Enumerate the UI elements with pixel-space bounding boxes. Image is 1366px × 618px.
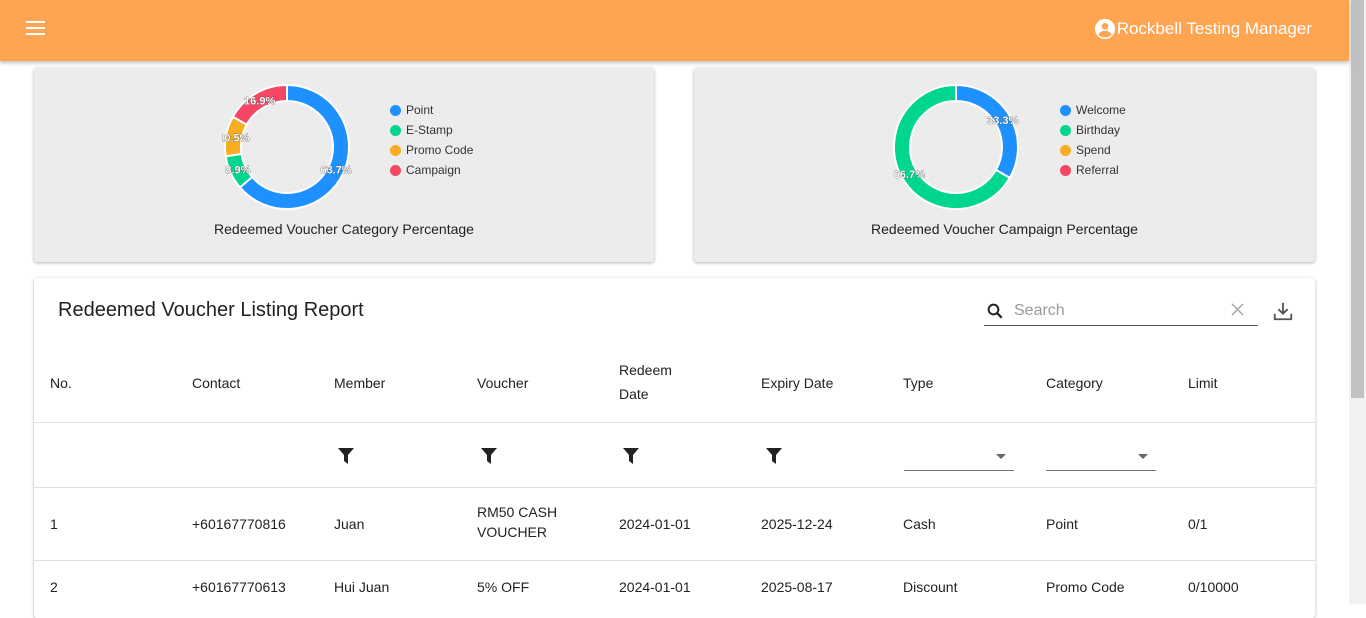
cell-no: 1 bbox=[50, 516, 58, 532]
report-card: Redeemed Voucher Listing Report No. Cont… bbox=[34, 278, 1315, 618]
slice-label: 33.3% bbox=[987, 115, 1018, 127]
cell-category: Promo Code bbox=[1046, 579, 1125, 595]
legend-label: Referral bbox=[1076, 163, 1119, 177]
menu-icon[interactable] bbox=[24, 19, 48, 39]
legend-dot bbox=[1060, 164, 1071, 176]
cell-member: Juan bbox=[334, 516, 365, 532]
slice-label: 10.5% bbox=[222, 132, 250, 144]
legend-item-referral[interactable]: Referral bbox=[1060, 160, 1126, 180]
category-donut-chart: 63.7% 8.9% 10.5% 16.9% bbox=[222, 83, 352, 210]
cell-type: Discount bbox=[903, 579, 958, 595]
user-name: Rockbell Testing Manager bbox=[1116, 19, 1312, 38]
legend-item-promo-code[interactable]: Promo Code bbox=[390, 140, 473, 160]
column-header-type[interactable]: Type bbox=[903, 371, 933, 395]
legend-dot bbox=[390, 104, 401, 116]
cell-limit: 0/10000 bbox=[1188, 579, 1239, 595]
legend-label: Point bbox=[406, 103, 434, 117]
header-divider bbox=[34, 422, 1315, 423]
column-header-voucher[interactable]: Voucher bbox=[477, 371, 528, 395]
category-legend: Point E-Stamp Promo Code Campaign bbox=[390, 100, 473, 180]
cell-member: Hui Juan bbox=[334, 579, 390, 595]
slice-label: 16.9% bbox=[244, 95, 275, 107]
column-header-expiry-date[interactable]: Expiry Date bbox=[761, 371, 833, 395]
cell-expiry-date: 2025-12-24 bbox=[761, 516, 833, 532]
legend-label: E-Stamp bbox=[406, 123, 453, 137]
legend-label: Welcome bbox=[1076, 103, 1126, 117]
redeem-date-filter-icon[interactable] bbox=[622, 447, 640, 465]
category-filter-select[interactable] bbox=[1046, 444, 1156, 471]
slice-label: 63.7% bbox=[320, 165, 351, 177]
account-circle-icon bbox=[1094, 18, 1115, 40]
filter-divider bbox=[34, 487, 1315, 488]
legend-dot bbox=[1060, 104, 1071, 116]
legend-item-welcome[interactable]: Welcome bbox=[1060, 100, 1126, 120]
campaign-chart-card: 33.3% 66.7% Welcome Birthday Spend Referral … bbox=[694, 68, 1315, 262]
slice-welcome[interactable] bbox=[955, 83, 1019, 180]
search-icon bbox=[987, 303, 1003, 319]
legend-dot bbox=[390, 144, 401, 156]
chevron-down-icon bbox=[996, 454, 1006, 459]
category-chart-card: 63.7% 8.9% 10.5% 16.9% Point E-Stamp Promo Co… bbox=[34, 68, 654, 262]
legend-label: Birthday bbox=[1076, 123, 1121, 137]
user-menu[interactable]: Rockbell Testing Manager bbox=[1094, 18, 1312, 40]
search-box bbox=[984, 296, 1258, 326]
column-header-contact[interactable]: Contact bbox=[192, 371, 240, 395]
cell-voucher: RM50 CASH VOUCHER bbox=[477, 504, 558, 540]
legend-dot bbox=[390, 164, 401, 176]
cell-type: Cash bbox=[903, 516, 936, 532]
campaign-donut-chart: 33.3% 66.7% bbox=[893, 83, 1019, 210]
page-scrollbar[interactable] bbox=[1349, 0, 1366, 604]
legend-dot bbox=[1060, 124, 1071, 136]
expiry-date-filter-icon[interactable] bbox=[765, 447, 783, 465]
cell-redeem-date: 2024-01-01 bbox=[619, 516, 691, 532]
cell-limit: 0/1 bbox=[1188, 516, 1208, 532]
legend-label: Campaign bbox=[406, 163, 461, 177]
row-divider bbox=[34, 560, 1315, 561]
cell-voucher: 5% OFF bbox=[477, 579, 530, 595]
legend-dot bbox=[1060, 144, 1071, 156]
legend-item-point[interactable]: Point bbox=[390, 100, 473, 120]
cell-category: Point bbox=[1046, 516, 1078, 532]
slice-label: 66.7% bbox=[894, 169, 925, 181]
campaign-chart-title: Redeemed Voucher Campaign Percentage bbox=[871, 221, 1138, 237]
app-bar: Rockbell Testing Manager bbox=[0, 0, 1349, 61]
slice-label: 8.9% bbox=[225, 165, 250, 177]
column-header-redeem-date[interactable]: Redeem Date bbox=[619, 358, 689, 406]
legend-dot bbox=[390, 124, 401, 136]
legend-item-campaign[interactable]: Campaign bbox=[390, 160, 473, 180]
legend-item-spend[interactable]: Spend bbox=[1060, 140, 1126, 160]
search-input[interactable] bbox=[1012, 299, 1216, 323]
voucher-filter-icon[interactable] bbox=[480, 447, 498, 465]
chevron-down-icon bbox=[1138, 454, 1148, 459]
legend-label: Spend bbox=[1076, 143, 1111, 157]
cell-expiry-date: 2025-08-17 bbox=[761, 579, 833, 595]
campaign-legend: Welcome Birthday Spend Referral bbox=[1060, 100, 1126, 180]
scrollbar-thumb[interactable] bbox=[1351, 0, 1364, 398]
legend-item-e-stamp[interactable]: E-Stamp bbox=[390, 120, 473, 140]
report-title: Redeemed Voucher Listing Report bbox=[58, 299, 364, 321]
clear-icon[interactable] bbox=[1231, 303, 1244, 316]
cell-redeem-date: 2024-01-01 bbox=[619, 579, 691, 595]
column-header-category[interactable]: Category bbox=[1046, 371, 1103, 395]
type-filter-select[interactable] bbox=[904, 444, 1014, 471]
legend-label: Promo Code bbox=[406, 143, 474, 157]
cell-contact: +60167770816 bbox=[192, 516, 286, 532]
download-icon[interactable] bbox=[1272, 300, 1294, 322]
cell-no: 2 bbox=[50, 579, 58, 595]
legend-item-birthday[interactable]: Birthday bbox=[1060, 120, 1126, 140]
column-header-limit[interactable]: Limit bbox=[1188, 371, 1218, 395]
column-header-no[interactable]: No. bbox=[50, 371, 72, 395]
member-filter-icon[interactable] bbox=[337, 447, 355, 465]
cell-contact: +60167770613 bbox=[192, 579, 286, 595]
column-header-member[interactable]: Member bbox=[334, 371, 385, 395]
category-chart-title: Redeemed Voucher Category Percentage bbox=[214, 221, 474, 237]
